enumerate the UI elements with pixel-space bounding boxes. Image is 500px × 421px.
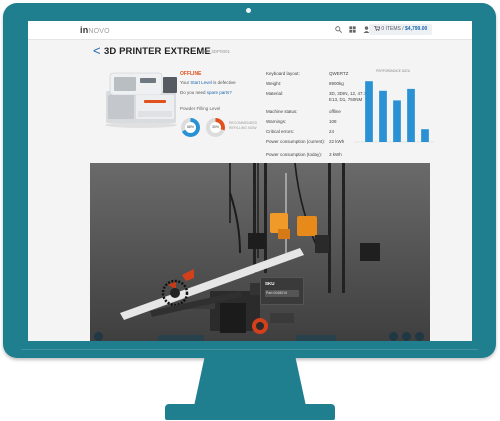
logo[interactable]: inNOVO xyxy=(80,25,110,35)
spec-key: Warnings: xyxy=(266,119,287,124)
viewer-rotate-button[interactable] xyxy=(402,332,411,341)
spec-key: Power consumption (current): xyxy=(266,139,326,144)
gauge-2-value: 30% xyxy=(210,122,221,133)
3d-model-viewport[interactable] xyxy=(90,163,430,341)
monitor-stand-neck xyxy=(193,358,307,408)
viewer-fullscreen-button[interactable] xyxy=(415,332,424,341)
spec-key: Keyboard layout: xyxy=(266,71,300,76)
back-icon[interactable]: < xyxy=(93,44,101,57)
page-title: 3D PRINTER EXTREME xyxy=(104,46,211,57)
status-badge: OFFLINE xyxy=(180,71,202,77)
viewer-toolbar-right[interactable] xyxy=(296,335,336,341)
printer-image xyxy=(105,72,177,128)
chart-bar xyxy=(421,129,429,142)
spare-parts-link[interactable]: spare parts? xyxy=(207,90,232,95)
spec-value: 8900kg xyxy=(329,81,344,86)
monitor-frame: inNOVO 0 ITEMS / $4,799.00 < 3D PRINTER … xyxy=(3,3,496,358)
refill-note: RECOMMENDED REFILLING NOW xyxy=(229,121,258,130)
chart-bar xyxy=(379,90,387,142)
cart-button[interactable]: 0 ITEMS / $4,799.00 xyxy=(369,24,433,35)
spare-parts-question: Do you need spare parts? xyxy=(180,90,232,95)
msg-prefix: Your xyxy=(180,80,190,85)
logo-rest: NOVO xyxy=(88,28,110,35)
3d-printer-model xyxy=(90,163,430,341)
spec-value: QWERTZ xyxy=(329,71,349,76)
chart-bar xyxy=(393,100,401,142)
spec-key: Machine status: xyxy=(266,109,298,114)
spec-value: offline xyxy=(329,109,341,114)
question-prefix: Do you need xyxy=(180,90,206,95)
top-icons xyxy=(335,26,370,33)
performance-chart: PERFORMANCE DATA xyxy=(354,69,434,143)
spec-key: Critical errors: xyxy=(266,129,295,134)
spec-key: Material: xyxy=(266,91,284,96)
viewer-zoom-button[interactable] xyxy=(389,332,398,341)
gauge-1-value: 68% xyxy=(185,122,196,133)
spec-value: 24 xyxy=(329,129,335,134)
cart-prefix: 0 ITEMS xyxy=(381,26,401,32)
spec-key: Power consumption (today): xyxy=(266,152,323,157)
powder-gauge-1: 68% xyxy=(181,118,200,137)
tooltip-value: Part 0048019 xyxy=(265,290,299,297)
cart-icon xyxy=(374,26,381,31)
chart-title: PERFORMANCE DATA xyxy=(376,69,411,73)
viewer-toolbar-left[interactable] xyxy=(158,335,204,341)
monitor-stand-base xyxy=(165,404,335,420)
msg-suffix: is defective xyxy=(213,80,236,85)
part-tooltip: SKU Part 0048019 xyxy=(260,277,304,305)
spec-value: 108 xyxy=(329,119,337,124)
spec-value: 22 kWh xyxy=(329,139,345,144)
spec-value: 3 kWh xyxy=(329,152,342,157)
product-sku: Sku_3DP0001 xyxy=(201,49,231,54)
start-level-link[interactable]: Start Level xyxy=(190,80,212,85)
cart-total: $4,799.00 xyxy=(405,26,428,32)
tooltip-title: SKU xyxy=(265,281,275,286)
search-icon[interactable] xyxy=(335,26,342,33)
powder-filling-label: Powder Filling Level xyxy=(180,106,221,111)
powder-gauge-2: 30% xyxy=(206,118,225,137)
spec-key: Weight: xyxy=(266,81,282,86)
chart-bar xyxy=(365,81,373,142)
monitor-chin xyxy=(21,349,478,350)
viewer-home-button[interactable] xyxy=(94,332,103,341)
status-message: Your Start Level is defective xyxy=(180,80,236,85)
camera-dot xyxy=(246,8,251,13)
chart-bar xyxy=(407,88,415,142)
screen: inNOVO 0 ITEMS / $4,799.00 < 3D PRINTER … xyxy=(28,21,472,341)
grid-icon[interactable] xyxy=(349,26,356,33)
top-navigation-bar: inNOVO 0 ITEMS / $4,799.00 xyxy=(28,21,472,40)
